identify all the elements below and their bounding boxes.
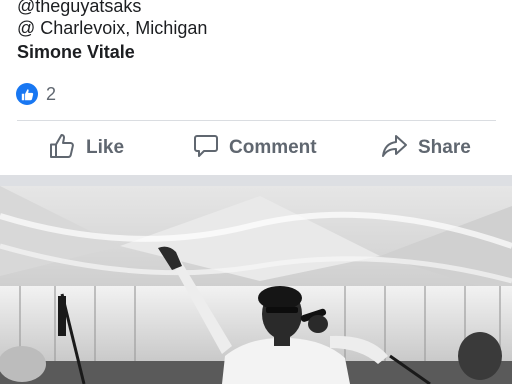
- post-card: @theguyatsaks @ Charlevoix, Michigan Sim…: [0, 0, 512, 175]
- caption-handle[interactable]: @theguyatsaks: [17, 0, 141, 16]
- caption-author[interactable]: Simone Vitale: [17, 42, 135, 62]
- speech-bubble-icon: [193, 133, 219, 164]
- share-arrow-icon: [381, 133, 408, 164]
- like-button[interactable]: Like: [48, 132, 124, 164]
- post-photo[interactable]: [0, 186, 512, 384]
- share-label: Share: [418, 137, 471, 158]
- thumbs-up-icon: [16, 83, 38, 105]
- like-label: Like: [86, 137, 125, 158]
- comment-label: Comment: [229, 137, 317, 158]
- share-button[interactable]: Share: [381, 132, 471, 164]
- thumbs-up-outline-icon: [48, 132, 76, 165]
- caption-location[interactable]: @ Charlevoix, Michigan: [17, 18, 207, 38]
- concert-photo-illustration: [0, 186, 512, 384]
- reactions-summary[interactable]: 2: [16, 83, 56, 105]
- feed-separator: [0, 175, 512, 186]
- comment-button[interactable]: Comment: [193, 132, 317, 164]
- reaction-count: 2: [46, 83, 57, 104]
- divider: [17, 120, 496, 121]
